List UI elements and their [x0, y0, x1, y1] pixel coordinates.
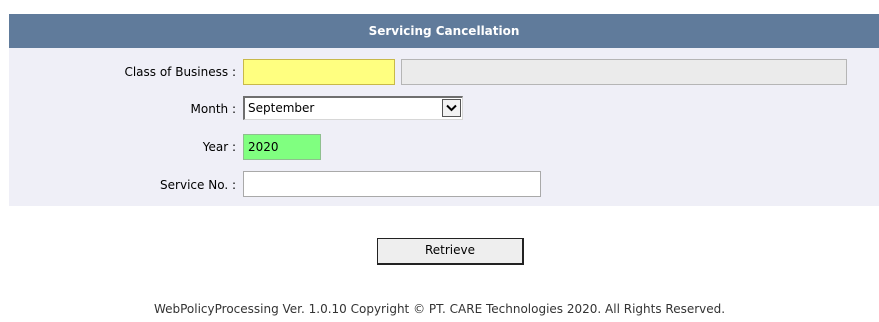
class-of-business-description-field: [401, 59, 847, 85]
form-title: Servicing Cancellation: [9, 14, 879, 48]
month-select[interactable]: September: [243, 96, 463, 120]
class-of-business-label: Class of Business :: [124, 65, 236, 79]
copyright-footer: WebPolicyProcessing Ver. 1.0.10 Copyrigh…: [153, 302, 726, 316]
class-of-business-code-input[interactable]: [243, 59, 395, 85]
month-selected-value: September: [248, 101, 315, 115]
year-label: Year :: [202, 140, 236, 154]
year-input[interactable]: 2020: [243, 134, 321, 160]
service-no-label: Service No. :: [160, 178, 236, 192]
service-no-input[interactable]: [243, 171, 541, 197]
chevron-down-icon[interactable]: [442, 99, 461, 117]
retrieve-button[interactable]: Retrieve: [377, 238, 524, 265]
month-label: Month :: [190, 102, 236, 116]
